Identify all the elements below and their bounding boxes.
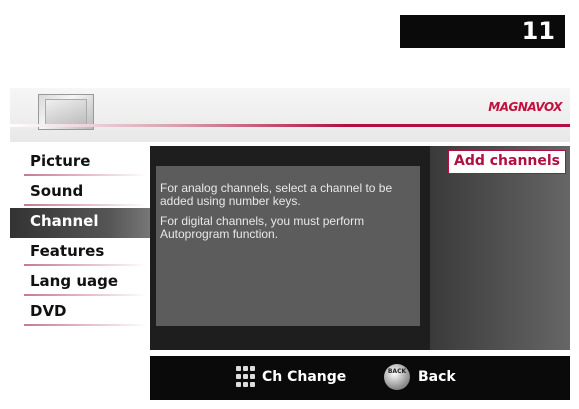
menu-item-features[interactable]: Features (10, 238, 150, 268)
add-channels-button[interactable]: Add channels (448, 150, 566, 174)
header-divider (10, 124, 570, 127)
back-icon-text: BACK (387, 368, 407, 375)
submenu-panel: Add channels (430, 146, 570, 350)
ch-change-label: Ch Change (262, 369, 347, 385)
menu-item-sound[interactable]: Sound (10, 178, 150, 208)
channel-number: 11 (521, 17, 555, 45)
menu-item-picture[interactable]: Picture (10, 148, 150, 178)
menu-item-language[interactable]: Lang uage (10, 268, 150, 298)
content-panel: For analog channels, select a channel to… (150, 146, 430, 350)
menu-item-channel[interactable]: Channel (10, 208, 150, 238)
footer-bar: Ch Change BACK Back (150, 356, 570, 400)
menu-header: MAGNAVOX (10, 88, 570, 142)
brand-logo: MAGNAVOX (488, 100, 562, 114)
menu-item-dvd[interactable]: DVD (10, 298, 150, 328)
analog-instructions: For analog channels, select a channel to… (160, 181, 393, 208)
keypad-icon (236, 366, 258, 388)
digital-instructions: For digital channels, you must perform A… (160, 214, 365, 241)
back-label: Back (418, 369, 456, 385)
back-button-icon[interactable]: BACK (384, 364, 410, 390)
info-box: For analog channels, select a channel to… (156, 166, 420, 326)
tv-menu: MAGNAVOX Picture Sound Channel Features … (10, 88, 570, 400)
channel-number-display: 11 (400, 15, 565, 48)
main-menu: Picture Sound Channel Features Lang uage… (10, 148, 150, 328)
